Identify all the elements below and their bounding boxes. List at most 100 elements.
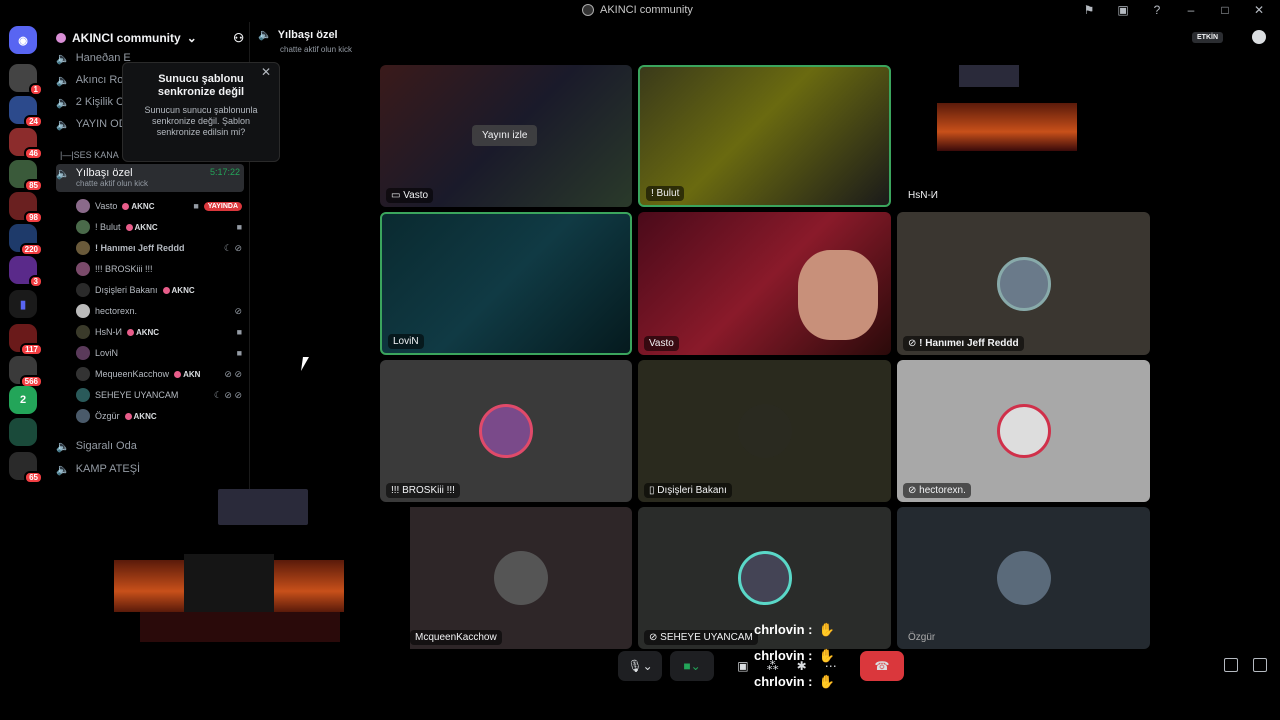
voice-user[interactable]: Dışişleri Bakanı AKNC <box>76 281 242 299</box>
server-icon[interactable]: 566 <box>9 356 43 388</box>
window-title-text: AKINCI community <box>600 4 693 16</box>
screen-share-icon[interactable]: ▣ <box>737 659 748 673</box>
chevron-down-icon[interactable]: ⌄ <box>691 659 701 673</box>
category-label[interactable]: |—|SES KANA <box>60 150 119 160</box>
microphone-button[interactable]: 🎙 ⌄ <box>618 651 662 681</box>
soundboard-icon[interactable]: ✱ <box>797 659 807 673</box>
server-header[interactable]: AKINCI community ⌄ ⚇ <box>56 28 244 48</box>
avatar-tile[interactable]: !!! BROSKiii !!! <box>380 360 632 502</box>
voice-user[interactable]: Vasto AKNC ■ YAYINDA <box>76 197 242 215</box>
voice-user[interactable]: hectorexn. ⊘ <box>76 302 242 320</box>
flag-icon[interactable]: ⚑ <box>1082 3 1096 17</box>
server-icon[interactable]: 220 <box>9 224 43 256</box>
close-icon[interactable]: ✕ <box>261 65 271 79</box>
channel-status: chatte aktif olun kick <box>76 179 149 188</box>
speaker-icon: 🔈 <box>56 52 70 65</box>
server-icon[interactable]: 2 <box>9 386 37 414</box>
avatar-tile[interactable]: ▯ Dışişleri Bakanı <box>638 360 891 502</box>
server-icon[interactable]: 24 <box>9 96 43 128</box>
help-icon[interactable]: ? <box>1150 3 1164 17</box>
server-icon[interactable]: 117 <box>9 324 43 356</box>
chat-icon[interactable] <box>1252 30 1266 44</box>
voice-user[interactable]: HsN-И AKNC ■ <box>76 323 242 341</box>
camera-icon: ■ <box>236 327 242 337</box>
avatar <box>76 283 90 297</box>
title-bar: AKINCI community ⚑ ▣ ? – □ ✕ <box>0 0 1280 22</box>
shelf-frames <box>959 65 1019 87</box>
voice-user[interactable]: LoviN ■ <box>76 344 242 362</box>
more-icon[interactable]: ⋯ <box>825 659 837 673</box>
tile-label: ⊘ ! Hanımeı Jeff Reddd <box>903 336 1024 351</box>
avatar-tile[interactable]: Özgür <box>897 507 1150 649</box>
server-icon[interactable]: 85 <box>9 160 43 192</box>
voice-channel[interactable]: 🔈 KAMP ATEŞİ <box>56 459 244 479</box>
screen-icon: ▭ <box>391 190 404 201</box>
voice-channel[interactable]: 🔈 Sigaralı Oda <box>56 436 244 456</box>
tooltip-body: Sunucun sunucu şablonunla senkronize değ… <box>144 105 258 137</box>
unread-badge: 85 <box>24 179 43 192</box>
speaker-icon: 🔈 <box>258 29 272 41</box>
video-tile[interactable]: ! Bulut <box>638 65 891 207</box>
camera-button[interactable]: ■ ⌄ <box>670 651 714 681</box>
server-icon[interactable]: 1 <box>9 64 43 96</box>
voice-user[interactable]: Özgür AKNC <box>76 407 242 425</box>
voice-user[interactable]: !!! BROSKiii !!! <box>76 260 242 278</box>
avatar <box>76 241 90 255</box>
chat-line: chrlovin : ✋ <box>754 617 835 643</box>
fireplace-screen-left <box>114 560 184 612</box>
server-icon[interactable]: 46 <box>9 128 43 160</box>
voice-user[interactable]: ! Hanımeı Jeff Reddd ☾ ⊘ <box>76 239 242 257</box>
user-name: Dışişleri Bakanı <box>95 285 158 295</box>
close-icon[interactable]: ✕ <box>1252 3 1266 17</box>
muted-icon: ⊘ <box>908 338 920 349</box>
voice-channel-status[interactable]: chatte aktif olun kick <box>280 45 352 54</box>
avatar <box>737 551 792 605</box>
avatar <box>76 325 90 339</box>
minimize-icon[interactable]: – <box>1184 3 1198 17</box>
tile-label-text: Dışişleri Bakanı <box>657 485 727 496</box>
camera-icon: ■ <box>683 659 691 673</box>
maximize-icon[interactable]: □ <box>1218 3 1232 17</box>
tile-label-text: Vasto <box>403 190 429 201</box>
avatar <box>76 304 90 318</box>
unread-badge: 1 <box>28 83 43 96</box>
face-overlay <box>798 250 878 340</box>
voice-user[interactable]: ! Bulut AKNC ■ <box>76 218 242 236</box>
user-name: ! Hanımeı Jeff Reddd <box>95 243 185 253</box>
folder-icon[interactable]: ▮ <box>9 290 37 318</box>
activities-icon[interactable]: ⁂ <box>767 659 779 673</box>
video-tile[interactable]: LoviN <box>380 212 632 355</box>
watch-stream-button[interactable]: Yayını izle <box>472 125 538 146</box>
discord-home-icon[interactable]: ◉ <box>9 26 37 54</box>
tile-label: ! Bulut <box>646 186 685 201</box>
user-name: Özgür <box>95 411 120 421</box>
fullscreen-icon[interactable] <box>1253 658 1267 672</box>
server-icon[interactable]: 3 <box>9 256 43 288</box>
server-tag: AKNC <box>126 223 158 232</box>
screen-icon[interactable]: ▣ <box>1116 3 1130 17</box>
speaker-icon: 🔈 <box>56 463 70 476</box>
stream-tile[interactable]: Yayını izle ▭ Vasto <box>380 65 632 207</box>
video-tile[interactable]: HsN-И <box>897 65 1150 207</box>
avatar <box>996 256 1051 311</box>
server-icon[interactable]: 98 <box>9 192 43 224</box>
disconnect-button[interactable]: ☎ <box>860 651 904 681</box>
active-voice-channel[interactable]: 🔈 Yılbaşı özel 5:17:22 chatte aktif olun… <box>56 164 244 192</box>
avatar-tile[interactable]: ⊘ hectorexn. <box>897 360 1150 502</box>
invite-icon[interactable]: ⚇ <box>233 31 244 45</box>
activity-button[interactable]: ETKİN <box>1192 32 1223 43</box>
tile-label: HsN-И <box>908 190 938 201</box>
server-icon[interactable]: 65 <box>9 452 43 484</box>
chevron-down-icon[interactable]: ⌄ <box>643 659 653 673</box>
server-icon[interactable] <box>9 418 37 446</box>
voice-user[interactable]: MequeenKacchow AKN ⊘ ⊘ <box>76 365 242 383</box>
tooltip-title: Sunucu şablonu senkronize değil <box>157 73 245 98</box>
server-tag: AKN <box>174 370 200 379</box>
popout-icon[interactable] <box>1224 658 1238 672</box>
deafened-icon: ⊘ <box>234 305 242 316</box>
tile-label: Özgür <box>908 632 936 643</box>
voice-user[interactable]: SEHEYE UYANCAM ☾ ⊘ ⊘ <box>76 386 242 404</box>
avatar-tile[interactable]: McqueenKacchow <box>410 507 632 649</box>
avatar-tile[interactable]: ⊘ ! Hanımeı Jeff Reddd <box>897 212 1150 355</box>
video-tile[interactable]: Vasto <box>638 212 891 355</box>
